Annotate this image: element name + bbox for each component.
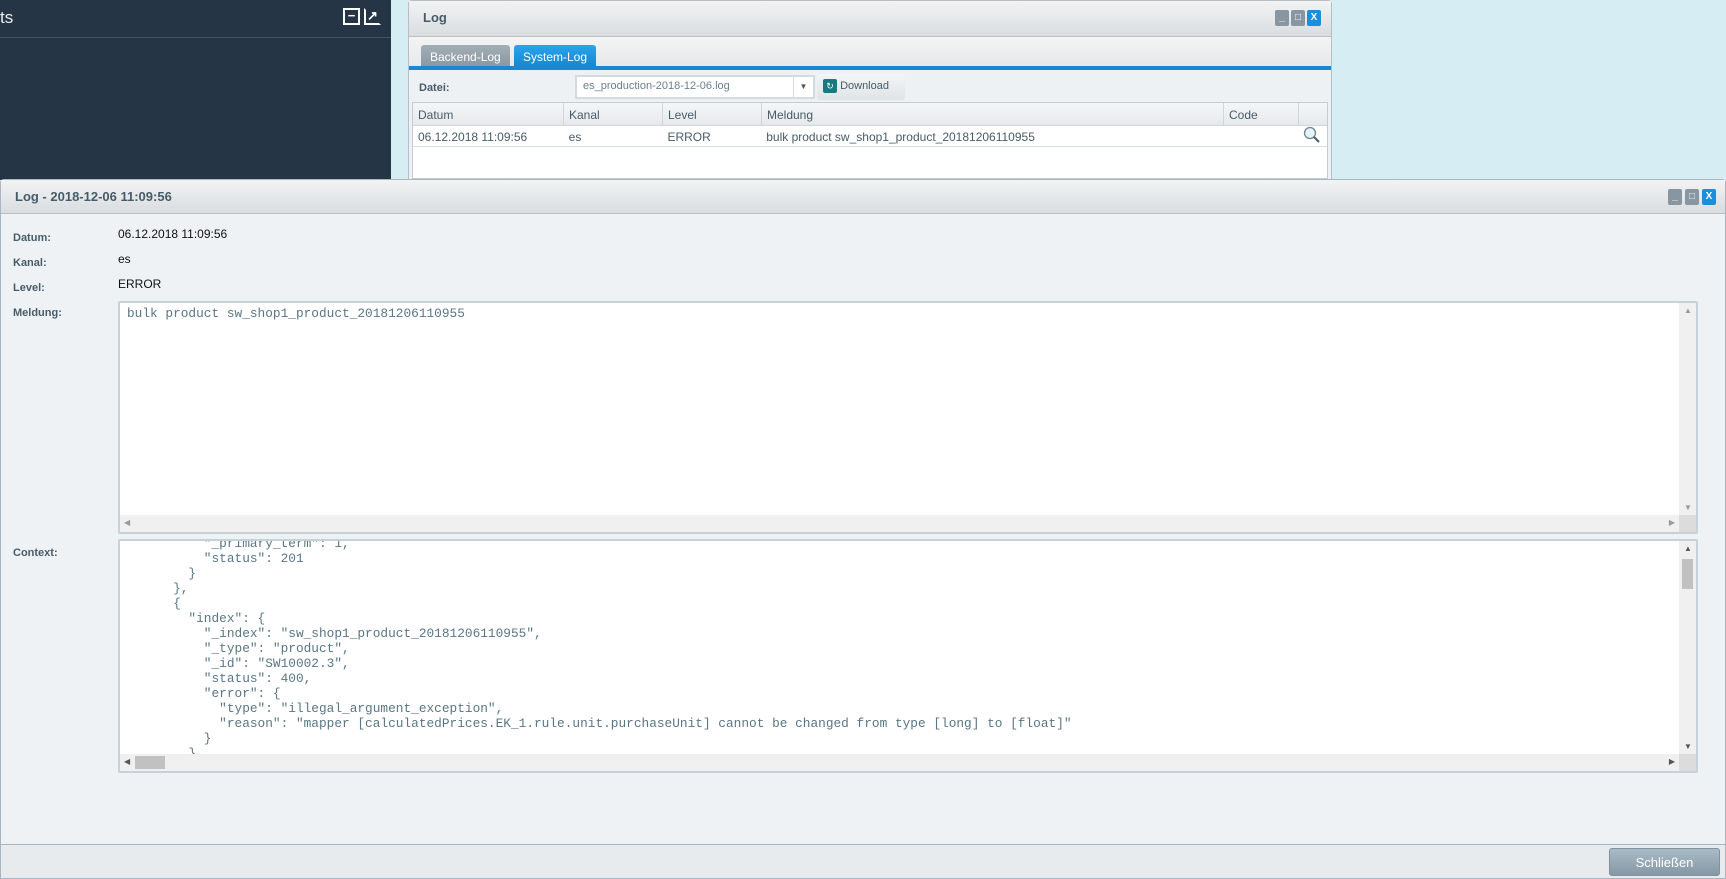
datum-label: Datum: — [13, 232, 51, 244]
cell-datum: 06.12.2018 11:09:56 — [418, 130, 528, 144]
maximize-button[interactable]: □ — [1685, 189, 1699, 205]
file-select-value: es_production-2018-12-06.log — [583, 80, 730, 92]
column-code[interactable]: Code — [1224, 103, 1299, 125]
cell-meldung: bulk product sw_shop1_product_2018120611… — [766, 130, 1035, 144]
window-footer: Schließen — [1, 844, 1725, 878]
log-window: Log _ □ X Backend-Log System-Log Datei: … — [408, 0, 1332, 180]
minimize-button[interactable]: _ — [1668, 189, 1682, 205]
tab-strip — [409, 66, 1331, 70]
cell-level: ERROR — [667, 130, 711, 144]
close-button[interactable]: X — [1307, 10, 1321, 26]
grid-header: Datum Kanal Level Meldung Code — [413, 103, 1327, 126]
vertical-scrollbar[interactable]: ▲ ▼ — [1679, 541, 1696, 754]
scroll-corner — [1679, 515, 1696, 532]
column-actions — [1299, 103, 1327, 125]
level-label: Level: — [13, 282, 45, 294]
log-grid: Datum Kanal Level Meldung Code 06.12.201… — [412, 102, 1328, 179]
scroll-corner — [1679, 754, 1696, 771]
download-icon: ↻ — [823, 79, 837, 93]
left-panel: ts − ↗ — [0, 0, 391, 180]
context-label: Context: — [13, 547, 58, 559]
close-button[interactable]: X — [1702, 189, 1716, 205]
minimize-icon[interactable]: − — [343, 8, 360, 25]
download-button[interactable]: ↻ Download — [817, 74, 905, 100]
meldung-label: Meldung: — [13, 307, 62, 319]
divider — [0, 37, 391, 38]
log-detail-window: Log - 2018-12-06 11:09:56 _ □ X Datum: 0… — [0, 179, 1726, 879]
horizontal-scrollbar[interactable]: ◀ ▶ — [120, 754, 1679, 771]
window-title: Log — [423, 10, 447, 25]
window-title: Log - 2018-12-06 11:09:56 — [15, 189, 172, 204]
download-label: Download — [840, 79, 889, 92]
external-link-icon[interactable]: ↗ — [364, 8, 381, 25]
kanal-label: Kanal: — [13, 257, 47, 269]
file-select[interactable]: es_production-2018-12-06.log ▼ — [575, 75, 815, 99]
cell-code — [1222, 126, 1297, 146]
kanal-value: es — [118, 252, 131, 266]
level-value: ERROR — [118, 277, 162, 291]
scrollbar-thumb[interactable] — [1682, 559, 1693, 589]
search-icon[interactable] — [1297, 126, 1327, 146]
meldung-text: bulk product sw_shop1_product_2018120611… — [127, 306, 465, 321]
column-level[interactable]: Level — [663, 103, 762, 125]
close-dialog-button[interactable]: Schließen — [1609, 848, 1720, 876]
scrollbar-thumb[interactable] — [135, 756, 165, 769]
maximize-button[interactable]: □ — [1291, 10, 1305, 26]
minimize-button[interactable]: _ — [1275, 10, 1289, 26]
vertical-scrollbar[interactable]: ▲ ▼ — [1679, 303, 1696, 515]
tab-system-log[interactable]: System-Log — [514, 45, 597, 68]
column-kanal[interactable]: Kanal — [564, 103, 663, 125]
table-row[interactable]: 06.12.2018 11:09:56 es ERROR bulk produc… — [413, 126, 1327, 147]
tab-backend-log[interactable]: Backend-Log — [421, 45, 510, 68]
datum-value: 06.12.2018 11:09:56 — [118, 227, 228, 241]
column-datum[interactable]: Datum — [413, 103, 564, 125]
horizontal-scrollbar[interactable]: ◀ ▶ — [120, 515, 1679, 532]
column-meldung[interactable]: Meldung — [762, 103, 1224, 125]
context-textarea[interactable]: "_primary_term": 1, "status": 201 } }, {… — [118, 539, 1698, 773]
panel-title: ts — [0, 8, 14, 27]
meldung-textarea[interactable]: bulk product sw_shop1_product_2018120611… — [118, 301, 1698, 534]
window-header[interactable]: Log - 2018-12-06 11:09:56 — [1, 180, 1725, 214]
context-text: "_primary_term": 1, "status": 201 } }, {… — [173, 539, 1072, 761]
file-label: Datei: — [419, 82, 450, 94]
cell-kanal: es — [568, 130, 582, 144]
chevron-down-icon[interactable]: ▼ — [793, 77, 813, 97]
window-header[interactable]: Log — [409, 1, 1331, 37]
